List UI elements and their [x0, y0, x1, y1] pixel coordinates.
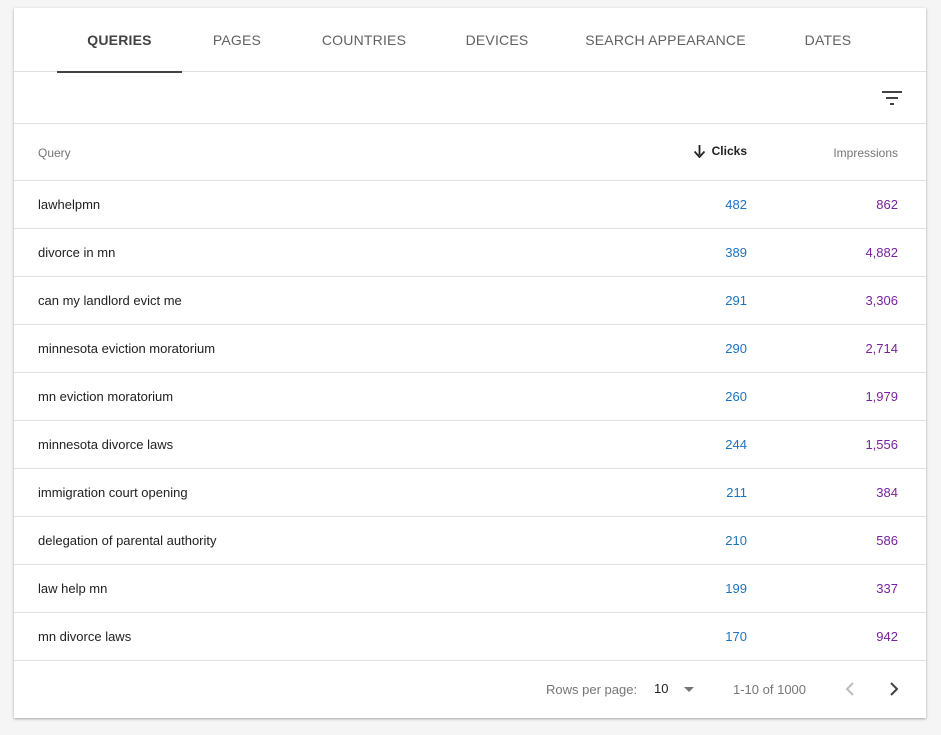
arrow-down-icon: [693, 144, 705, 158]
impressions-cell: 942: [876, 629, 898, 644]
dropdown-arrow-icon: [684, 687, 695, 692]
chevron-left-icon: [845, 682, 854, 696]
pagination-range: 1-10 of 1000: [733, 682, 807, 697]
impressions-cell: 337: [876, 581, 898, 596]
chevron-right-icon: [890, 682, 899, 696]
clicks-cell: 211: [726, 485, 747, 500]
impressions-cell: 4,882: [865, 245, 898, 260]
filter-button[interactable]: [878, 84, 906, 112]
query-cell: divorce in mn: [38, 245, 116, 260]
rows-per-page-value: 10: [654, 681, 669, 696]
tab-pages[interactable]: PAGES: [195, 8, 279, 72]
clicks-cell: 210: [725, 533, 747, 548]
query-cell: immigration court opening: [38, 485, 188, 500]
rows-per-page-select[interactable]: 10: [654, 681, 695, 696]
table-row[interactable]: minnesota divorce laws 244 1,556: [14, 421, 926, 469]
table-row[interactable]: can my landlord evict me 291 3,306: [14, 277, 926, 325]
next-page-button[interactable]: [882, 677, 906, 701]
clicks-cell: 291: [725, 293, 747, 308]
table-row[interactable]: mn eviction moratorium 260 1,979: [14, 373, 926, 421]
query-cell: mn divorce laws: [38, 629, 132, 644]
table-body: lawhelpmn 482 862 divorce in mn 389 4,88…: [14, 181, 926, 661]
clicks-cell: 170: [725, 629, 747, 644]
rows-per-page-label: Rows per page:: [546, 682, 638, 697]
clicks-cell: 389: [725, 245, 747, 260]
impressions-cell: 586: [876, 533, 898, 548]
query-cell: law help mn: [38, 581, 108, 596]
table-row[interactable]: divorce in mn 389 4,882: [14, 229, 926, 277]
column-header-query: Query: [38, 146, 71, 160]
tab-queries[interactable]: QUERIES: [57, 8, 182, 73]
table-header: Query Clicks Impressions: [14, 124, 926, 181]
table-row[interactable]: mn divorce laws 170 942: [14, 613, 926, 661]
dimension-tabs: QUERIES PAGES COUNTRIES DEVICES SEARCH A…: [14, 8, 926, 73]
clicks-cell: 290: [725, 341, 747, 356]
query-cell: minnesota eviction moratorium: [38, 341, 216, 356]
clicks-cell: 482: [725, 197, 747, 212]
tab-devices[interactable]: DEVICES: [450, 8, 544, 72]
table-row[interactable]: minnesota eviction moratorium 290 2,714: [14, 325, 926, 373]
column-header-clicks-label: Clicks: [711, 144, 747, 158]
query-cell: mn eviction moratorium: [38, 389, 174, 404]
column-header-clicks[interactable]: Clicks: [693, 144, 747, 158]
impressions-cell: 2,714: [865, 341, 898, 356]
tab-dates[interactable]: DATES: [790, 8, 866, 72]
query-cell: minnesota divorce laws: [38, 437, 174, 452]
filter-list-icon: [882, 91, 902, 105]
query-cell: can my landlord evict me: [38, 293, 182, 308]
tab-countries[interactable]: COUNTRIES: [307, 8, 421, 72]
table-row[interactable]: lawhelpmn 482 862: [14, 181, 926, 229]
previous-page-button[interactable]: [838, 677, 862, 701]
query-cell: lawhelpmn: [38, 197, 101, 212]
table-row[interactable]: immigration court opening 211 384: [14, 469, 926, 517]
column-header-impressions[interactable]: Impressions: [833, 146, 898, 160]
impressions-cell: 3,306: [865, 293, 898, 308]
impressions-cell: 1,979: [865, 389, 898, 404]
clicks-cell: 199: [725, 581, 747, 596]
table-row[interactable]: delegation of parental authority 210 586: [14, 517, 926, 565]
impressions-cell: 384: [876, 485, 898, 500]
pagination-footer: Rows per page: 10 1-10 of 1000: [14, 661, 926, 717]
performance-table-card: QUERIES PAGES COUNTRIES DEVICES SEARCH A…: [14, 8, 926, 718]
clicks-cell: 260: [725, 389, 747, 404]
impressions-cell: 1,556: [865, 437, 898, 452]
filter-bar: [14, 72, 926, 124]
tab-search-appearance[interactable]: SEARCH APPEARANCE: [580, 8, 751, 72]
clicks-cell: 244: [725, 437, 747, 452]
impressions-cell: 862: [876, 197, 898, 212]
query-cell: delegation of parental authority: [38, 533, 217, 548]
table-row[interactable]: law help mn 199 337: [14, 565, 926, 613]
